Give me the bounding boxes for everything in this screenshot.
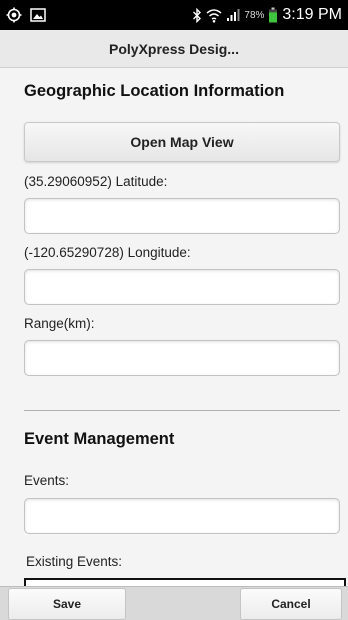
events-label: Events: — [24, 473, 70, 488]
battery-icon — [268, 7, 278, 23]
title-bar: PolyXpress Desig... — [0, 30, 348, 68]
range-label: Range(km): — [24, 316, 95, 331]
section-divider — [24, 410, 340, 411]
open-map-view-button[interactable]: Open Map View — [24, 122, 340, 162]
events-section-heading: Event Management — [24, 430, 175, 448]
existing-events-label: Existing Events: — [26, 554, 123, 569]
signal-icon — [226, 8, 240, 22]
longitude-input[interactable] — [24, 269, 340, 305]
existing-events-list[interactable] — [24, 578, 346, 586]
battery-percent: 78% — [244, 9, 265, 21]
clock: 3:19 PM — [282, 6, 342, 23]
status-bar: 78% 3:19 PM — [0, 0, 348, 30]
footer-bar: Save Cancel — [0, 586, 348, 620]
geo-section-heading: Geographic Location Information — [24, 82, 285, 100]
location-icon — [6, 7, 22, 23]
longitude-label: (-120.65290728) Longitude: — [24, 245, 191, 260]
save-button[interactable]: Save — [8, 588, 126, 620]
cancel-button[interactable]: Cancel — [240, 588, 342, 620]
image-icon — [30, 8, 46, 22]
status-right-group: 78% 3:19 PM — [192, 6, 342, 24]
events-input[interactable] — [24, 498, 340, 534]
form-content[interactable]: Geographic Location Information Open Map… — [0, 68, 348, 586]
range-input[interactable] — [24, 340, 340, 376]
latitude-label: (35.29060952) Latitude: — [24, 174, 168, 189]
bluetooth-icon — [192, 7, 202, 23]
wifi-icon — [206, 8, 222, 23]
page-title: PolyXpress Desig... — [109, 40, 239, 57]
latitude-input[interactable] — [24, 198, 340, 234]
status-left-group — [6, 7, 46, 23]
